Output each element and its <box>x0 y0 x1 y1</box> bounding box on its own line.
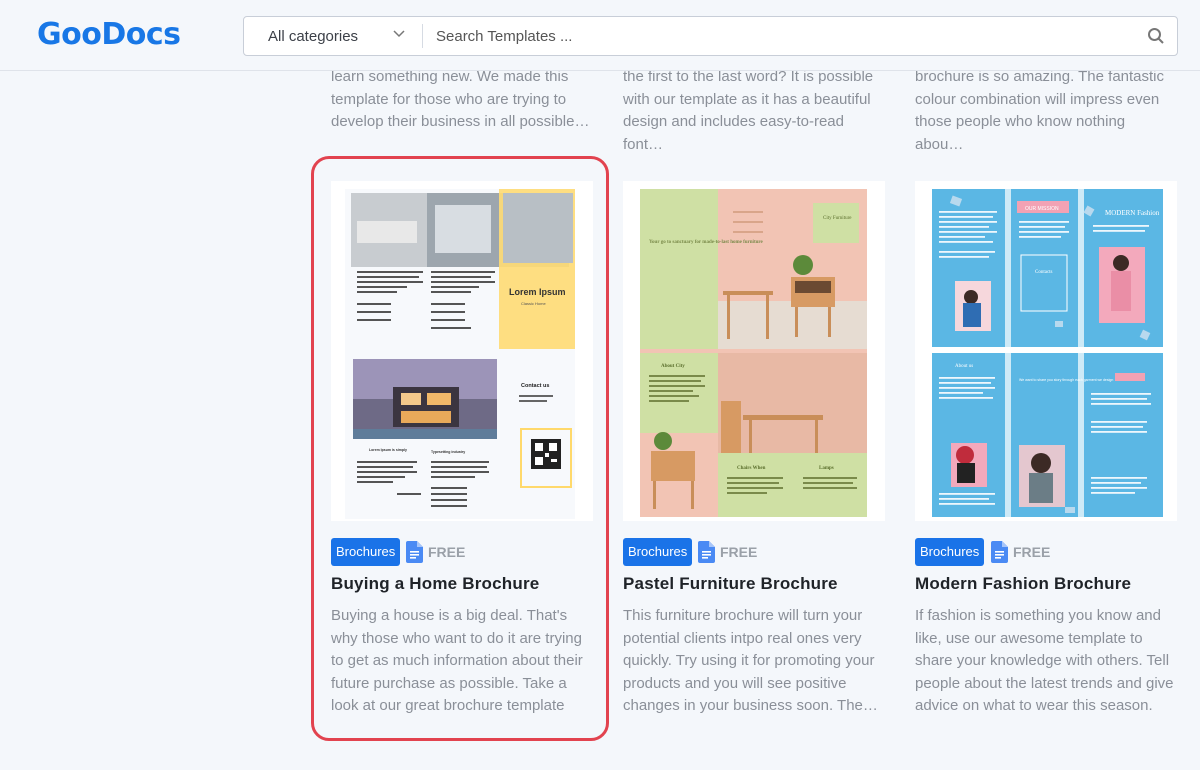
thumb-tagline: Your go to sanctuary for made-to-last ho… <box>649 240 764 245</box>
category-select-value: All categories <box>268 28 359 45</box>
previous-card-description: learn something new. We made this templa… <box>331 68 590 130</box>
thumb-heading: MODERN Fashion <box>1105 209 1160 217</box>
previous-card-description: brochure is so amazing. The fantastic co… <box>915 68 1165 153</box>
chevron-down-icon <box>393 30 405 38</box>
thumb-heading: City Furniture <box>823 216 852 221</box>
search-bar: All categories <box>243 16 1178 56</box>
category-badge[interactable]: Brochures <box>623 538 693 566</box>
brochure-preview-image: City Furniture Your go to sanctuary for … <box>623 181 885 521</box>
thumb-section-heading: Chairs When <box>737 466 766 471</box>
card-title[interactable]: Pastel Furniture Brochure <box>623 574 838 594</box>
card-title[interactable]: Modern Fashion Brochure <box>915 574 1131 594</box>
google-docs-icon <box>991 541 1008 563</box>
thumb-section-heading: About us <box>955 364 973 369</box>
template-thumbnail[interactable]: OUR MISSION MODERN Fashion Contacts Abou… <box>915 181 1177 521</box>
template-thumbnail[interactable]: City Furniture Your go to sanctuary for … <box>623 181 885 521</box>
search-icon[interactable] <box>1147 27 1165 45</box>
search-divider <box>422 24 423 48</box>
selection-highlight <box>311 156 609 741</box>
thumb-contacts: Contacts <box>1035 270 1053 275</box>
previous-card-description: the first to the last word? It is possib… <box>623 68 874 153</box>
category-select[interactable]: All categories <box>244 17 422 55</box>
goodocs-logo[interactable]: GooDocs <box>37 17 181 52</box>
thumb-section-heading: About City <box>661 364 685 369</box>
card-description: This furniture brochure will turn your p… <box>623 607 878 714</box>
category-badge[interactable]: Brochures <box>915 538 985 566</box>
google-docs-icon <box>698 541 715 563</box>
thumb-tagline: We want to share you story through each … <box>1019 378 1113 382</box>
price-label: FREE <box>720 544 758 560</box>
price-label: FREE <box>1013 544 1051 560</box>
top-header: GooDocs All categories <box>0 0 1200 71</box>
thumb-banner: OUR MISSION <box>1025 206 1059 212</box>
thumb-section-heading: Lamps <box>819 466 834 471</box>
search-input[interactable] <box>434 20 1128 52</box>
brochure-preview-image: OUR MISSION MODERN Fashion Contacts Abou… <box>915 181 1177 521</box>
card-description: If fashion is something you know and lik… <box>915 607 1174 714</box>
